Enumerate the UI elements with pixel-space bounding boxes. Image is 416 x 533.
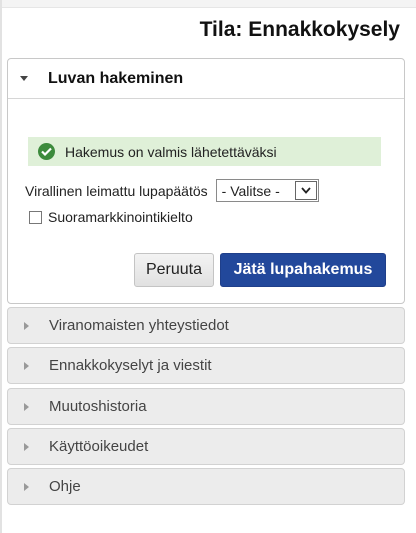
left-edge — [0, 0, 2, 533]
accordion-item-label: Muutoshistoria — [49, 398, 147, 415]
decision-select-value: - Valitse - — [221, 182, 280, 199]
direct-marketing-label: Suoramarkkinointikielto — [48, 209, 193, 225]
accordion-item-label: Ohje — [49, 478, 81, 495]
application-panel: Luvan hakeminen Hakemus on valmis lähete… — [7, 58, 405, 304]
direct-marketing-row: Suoramarkkinointikielto — [29, 209, 193, 225]
caret-right-icon — [24, 321, 29, 330]
accordion-item-label: Viranomaisten yhteystiedot — [49, 317, 229, 334]
accordion-item-label: Käyttöoikeudet — [49, 438, 149, 455]
application-panel-header[interactable]: Luvan hakeminen — [8, 59, 404, 99]
chevron-down-icon — [294, 181, 317, 200]
top-edge — [0, 0, 416, 8]
caret-right-icon — [24, 402, 29, 411]
decision-label: Virallinen leimattu lupapäätös — [25, 182, 208, 199]
application-panel-title: Luvan hakeminen — [48, 69, 184, 87]
cancel-button[interactable]: Peruuta — [134, 253, 214, 287]
accordion-item-change-history[interactable]: Muutoshistoria — [7, 388, 405, 425]
caret-right-icon — [24, 361, 29, 370]
success-message: Hakemus on valmis lähetettäväksi — [65, 143, 277, 160]
decision-row: Virallinen leimattu lupapäätös - Valitse… — [25, 179, 319, 202]
decision-select[interactable]: - Valitse - — [215, 179, 319, 202]
check-circle-icon — [38, 143, 55, 160]
caret-down-icon — [20, 76, 28, 81]
accordion-item-help[interactable]: Ohje — [7, 468, 405, 505]
accordion-item-authority-contacts[interactable]: Viranomaisten yhteystiedot — [7, 307, 405, 344]
accordion-item-label: Ennakkokyselyt ja viestit — [49, 357, 212, 374]
accordion-item-access-rights[interactable]: Käyttöoikeudet — [7, 428, 405, 465]
direct-marketing-checkbox[interactable] — [29, 210, 42, 224]
submit-application-button[interactable]: Jätä lupahakemus — [220, 253, 386, 287]
caret-right-icon — [24, 442, 29, 451]
status-title: Tila: Ennakkokysely — [199, 18, 400, 41]
caret-right-icon — [24, 482, 29, 491]
success-alert: Hakemus on valmis lähetettäväksi — [28, 137, 381, 166]
accordion-item-inquiries-messages[interactable]: Ennakkokyselyt ja viestit — [7, 347, 405, 384]
